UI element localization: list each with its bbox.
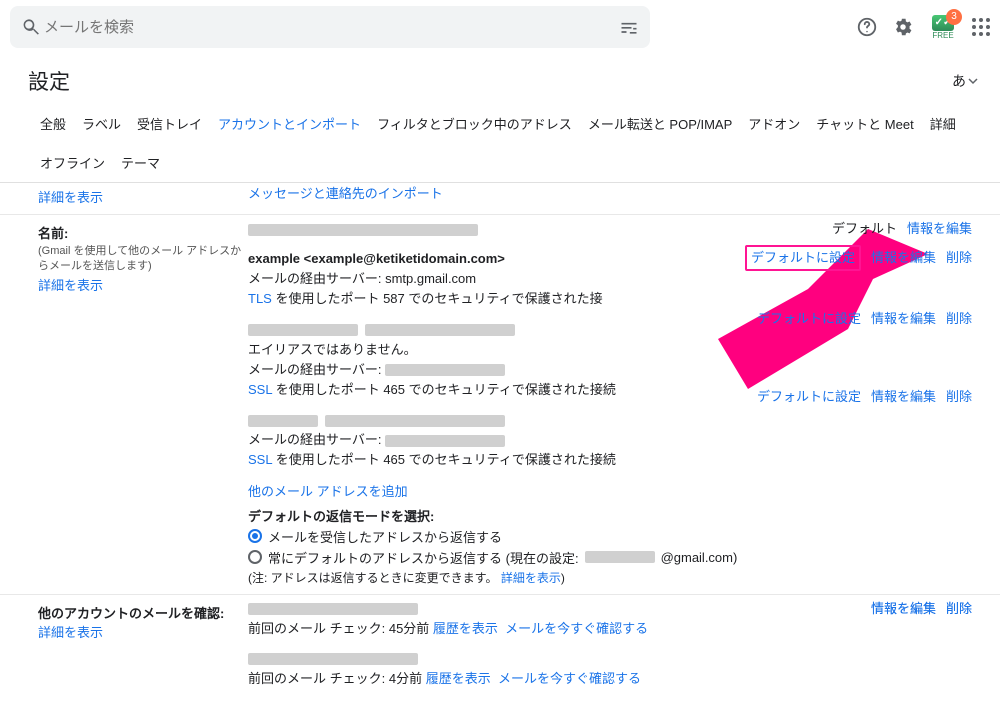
radio-icon bbox=[248, 529, 262, 543]
send-as-list: デフォルト 情報を編集 example <example@ketiketidom… bbox=[248, 219, 972, 586]
search-box[interactable] bbox=[10, 6, 650, 48]
history-link[interactable]: 履歴を表示 bbox=[426, 671, 491, 686]
tab-3[interactable]: アカウントとインポート bbox=[216, 108, 363, 143]
external-account-entry: 前回のメール チェック: 45分前 履歴を表示 メールを今すぐ確認する 情報を編… bbox=[248, 599, 972, 639]
redacted bbox=[248, 324, 358, 336]
delete-link[interactable]: 削除 bbox=[946, 309, 972, 329]
tab-8[interactable]: 詳細 bbox=[928, 108, 958, 143]
language-selector[interactable]: あ bbox=[952, 71, 978, 91]
chevron-down-icon bbox=[968, 76, 978, 86]
settings-content: 詳細を表示 メッセージと連絡先のインポート 名前: (Gmail を使用して他の… bbox=[0, 183, 1000, 727]
last-check: 前回のメール チェック: 45分前 bbox=[248, 621, 429, 636]
reply-mode-note: (注: アドレスは返信するときに変更できます。 詳細を表示) bbox=[248, 569, 972, 586]
redacted bbox=[585, 551, 655, 563]
delete-link[interactable]: 削除 bbox=[946, 248, 972, 268]
tab-4[interactable]: フィルタとブロック中のアドレス bbox=[375, 108, 574, 143]
settings-heading-row: 設定 あ bbox=[0, 54, 1000, 102]
ssl-label: SSL bbox=[248, 382, 272, 397]
help-icon[interactable] bbox=[856, 16, 878, 38]
external-account-entry: 前回のメール チェック: 4分前 履歴を表示 メールを今すぐ確認する 情報を編集… bbox=[248, 649, 972, 689]
redacted bbox=[248, 224, 478, 236]
last-check: 前回のメール チェック: 4分前 bbox=[248, 671, 422, 686]
free-count: 3 bbox=[946, 9, 962, 25]
gear-icon[interactable] bbox=[892, 16, 914, 38]
make-default-link[interactable]: デフォルトに設定 bbox=[757, 387, 861, 407]
radio-icon bbox=[248, 550, 262, 564]
via-server: メールの経由サーバー: bbox=[248, 362, 385, 377]
learn-more-link[interactable]: 詳細を表示 bbox=[501, 571, 561, 585]
free-label: FREE bbox=[932, 31, 953, 40]
reply-mode-title: デフォルトの返信モードを選択: bbox=[248, 506, 972, 525]
tab-5[interactable]: メール転送と POP/IMAP bbox=[586, 108, 734, 143]
add-another-address-link[interactable]: 他のメール アドレスを追加 bbox=[248, 484, 408, 499]
make-default-link[interactable]: デフォルトに設定 bbox=[757, 309, 861, 329]
tab-7[interactable]: チャットと Meet bbox=[814, 108, 915, 143]
tab-6[interactable]: アドオン bbox=[746, 108, 802, 143]
edit-link[interactable]: 情報を編集 bbox=[907, 219, 972, 239]
learn-more-link[interactable]: 詳細を表示 bbox=[38, 190, 103, 205]
import-section-row: 詳細を表示 メッセージと連絡先のインポート bbox=[0, 183, 1000, 215]
send-as-section: 名前: (Gmail を使用して他のメール アドレスからメールを送信します) 詳… bbox=[0, 215, 1000, 595]
settings-tabs: 全般ラベル受信トレイアカウントとインポートフィルタとブロック中のアドレスメール転… bbox=[0, 102, 1000, 183]
check-other-accounts-section: 他のアカウントのメールを確認: 詳細を表示 前回のメール チェック: 45分前 … bbox=[0, 595, 1000, 708]
free-extension-badge[interactable]: ✓✓ FREE 3 bbox=[928, 15, 958, 40]
not-alias: エイリアスではありません。 bbox=[248, 342, 417, 357]
redacted bbox=[248, 603, 418, 615]
send-as-entry: メールの経由サーバー: SSL を使用したポート 465 でのセキュリティで保護… bbox=[248, 410, 972, 470]
send-as-entry: デフォルト 情報を編集 bbox=[248, 219, 972, 239]
tab-9[interactable]: オフライン bbox=[38, 147, 107, 182]
reply-mode-option[interactable]: メールを受信したアドレスから返信する bbox=[248, 527, 972, 546]
via-server: メールの経由サーバー: smtp.gmail.com bbox=[248, 271, 476, 286]
tls-label: TLS bbox=[248, 291, 272, 306]
page-title: 設定 bbox=[28, 66, 70, 96]
redacted bbox=[385, 435, 505, 447]
other-accounts-list: 前回のメール チェック: 45分前 履歴を表示 メールを今すぐ確認する 情報を編… bbox=[248, 599, 972, 700]
edit-link[interactable]: 情報を編集 bbox=[871, 599, 936, 619]
search-icon bbox=[20, 16, 42, 38]
search-input[interactable] bbox=[42, 18, 618, 37]
check-now-link[interactable]: メールを今すぐ確認する bbox=[505, 621, 648, 636]
section-title: 名前: bbox=[38, 223, 248, 242]
edit-link[interactable]: 情報を編集 bbox=[871, 387, 936, 407]
redacted bbox=[325, 415, 505, 427]
tune-icon[interactable] bbox=[618, 16, 640, 38]
redacted bbox=[385, 364, 505, 376]
top-right-icons: ✓✓ FREE 3 bbox=[856, 15, 990, 40]
make-default-link[interactable]: デフォルトに設定 bbox=[745, 245, 861, 271]
ssl-label: SSL bbox=[248, 452, 272, 467]
tab-2[interactable]: 受信トレイ bbox=[135, 108, 204, 143]
reply-mode-option[interactable]: 常にデフォルトのアドレスから返信する (現在の設定: @gmail.com) bbox=[248, 548, 972, 567]
import-link[interactable]: メッセージと連絡先のインポート bbox=[248, 186, 443, 201]
default-label: デフォルト bbox=[832, 219, 897, 239]
tab-1[interactable]: ラベル bbox=[80, 108, 123, 143]
tab-0[interactable]: 全般 bbox=[38, 108, 68, 143]
send-as-entry: example <example@ketiketidomain.com> メール… bbox=[248, 249, 972, 309]
edit-link[interactable]: 情報を編集 bbox=[871, 309, 936, 329]
section-title: 他のアカウントのメールを確認: bbox=[38, 603, 248, 622]
delete-link[interactable]: 削除 bbox=[946, 599, 972, 619]
redacted bbox=[248, 653, 418, 665]
redacted bbox=[365, 324, 515, 336]
history-link[interactable]: 履歴を表示 bbox=[433, 621, 498, 636]
section-hint: (Gmail を使用して他のメール アドレスからメールを送信します) bbox=[38, 244, 248, 275]
top-bar: ✓✓ FREE 3 bbox=[0, 0, 1000, 54]
send-as-address: example <example@ketiketidomain.com> bbox=[248, 251, 505, 266]
via-server: メールの経由サーバー: bbox=[248, 432, 385, 447]
delete-link[interactable]: 削除 bbox=[946, 387, 972, 407]
redacted bbox=[248, 415, 318, 427]
apps-icon[interactable] bbox=[972, 18, 990, 36]
check-now-link[interactable]: メールを今すぐ確認する bbox=[498, 671, 641, 686]
tab-10[interactable]: テーマ bbox=[119, 147, 162, 182]
learn-more-link[interactable]: 詳細を表示 bbox=[38, 278, 103, 293]
edit-link[interactable]: 情報を編集 bbox=[871, 248, 936, 268]
